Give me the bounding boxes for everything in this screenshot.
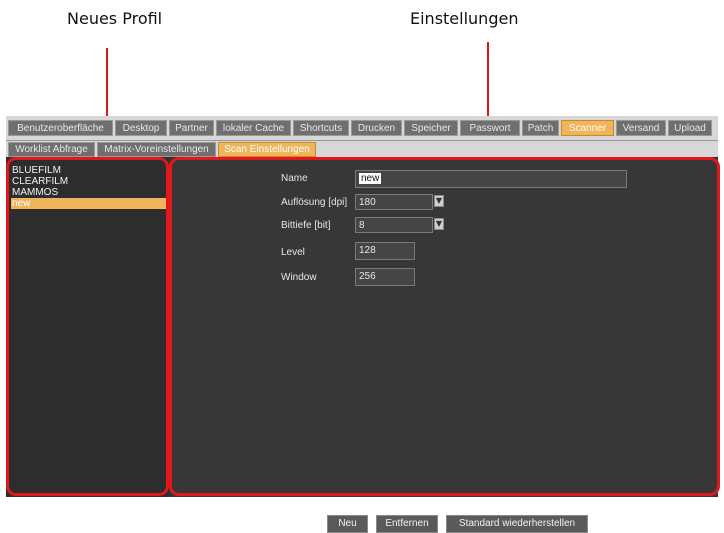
tab-partner[interactable]: Partner <box>169 120 214 136</box>
highlight-box-settings <box>169 157 720 496</box>
tab-upload[interactable]: Upload <box>668 120 712 136</box>
subtab-matrix-voreinstellungen[interactable]: Matrix-Voreinstellungen <box>97 142 216 157</box>
highlight-box-profile-list <box>6 157 169 496</box>
tab-scanner[interactable]: Scanner <box>561 120 614 136</box>
tab-speicher[interactable]: Speicher <box>404 120 458 136</box>
tab-versand[interactable]: Versand <box>616 120 666 136</box>
tab-desktop[interactable]: Desktop <box>115 120 167 136</box>
remove-profile-button[interactable]: Entfernen <box>376 515 438 533</box>
callout-neues-profil: Neues Profil <box>67 9 163 28</box>
tab-benutzeroberflaeche[interactable]: Benutzeroberfläche <box>8 120 113 136</box>
tab-drucken[interactable]: Drucken <box>351 120 402 136</box>
restore-defaults-button[interactable]: Standard wiederherstellen <box>446 515 588 533</box>
sub-tab-bar: Worklist Abfrage Matrix-Voreinstellungen… <box>6 141 718 157</box>
subtab-scan-einstellungen[interactable]: Scan Einstellungen <box>218 142 316 157</box>
tab-shortcuts[interactable]: Shortcuts <box>293 120 349 136</box>
new-profile-button[interactable]: Neu <box>327 515 368 533</box>
tab-lokaler-cache[interactable]: lokaler Cache <box>216 120 291 136</box>
tab-passwort[interactable]: Passwort <box>460 120 520 136</box>
main-tab-bar: Benutzeroberfläche Desktop Partner lokal… <box>6 116 718 141</box>
callout-einstellungen: Einstellungen <box>410 9 519 28</box>
tab-patch[interactable]: Patch <box>522 120 559 136</box>
subtab-worklist-abfrage[interactable]: Worklist Abfrage <box>8 142 95 157</box>
